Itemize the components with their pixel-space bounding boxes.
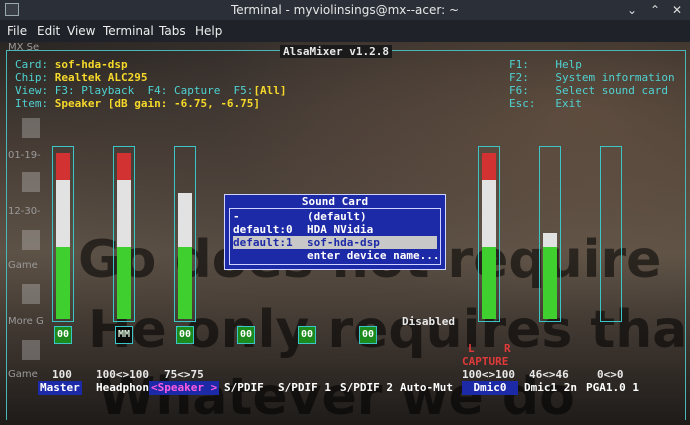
channel-spdif2[interactable]: S/PDIF 2: [338, 381, 395, 395]
item-label: Item:: [15, 97, 49, 110]
menu-tabs[interactable]: Tabs: [159, 24, 186, 38]
dialog-title: Sound Card: [301, 195, 369, 208]
channel-value: 75<>75: [164, 368, 204, 381]
capture-gauge-dmic1[interactable]: [539, 146, 561, 322]
mute-toggle-speaker[interactable]: 00: [176, 326, 194, 344]
item-value: Speaker [dB gain: -6.75, -6.75]: [54, 97, 261, 110]
menu-bar: File Edit View Terminal Tabs Help: [0, 20, 690, 42]
card-value: sof-hda-dsp: [54, 58, 128, 71]
channel-spdif[interactable]: S/PDIF: [222, 381, 266, 395]
menu-view[interactable]: View: [67, 24, 95, 38]
channel-dmic1[interactable]: Dmic1 2n: [522, 381, 579, 395]
help-key: F6:: [509, 84, 529, 97]
channel-spdif1[interactable]: S/PDIF 1: [276, 381, 333, 395]
channel-value: 46<>46: [529, 368, 569, 381]
help-item[interactable]: Exit: [555, 97, 582, 110]
sound-card-option[interactable]: default:0 HDA NVidia: [233, 223, 437, 236]
help-item[interactable]: Help: [555, 58, 582, 71]
channel-value: 100: [52, 368, 72, 381]
mute-toggle-spdif1[interactable]: 00: [298, 326, 316, 344]
capture-label: CAPTURE: [462, 355, 509, 368]
view-active[interactable]: [All]: [253, 84, 286, 97]
minimize-icon[interactable]: ⌄: [624, 2, 640, 18]
view-label: View:: [15, 84, 49, 97]
chip-label: Chip:: [15, 71, 49, 84]
capture-left-indicator: L: [468, 342, 475, 355]
mute-toggle-spdif2[interactable]: 00: [359, 326, 377, 344]
sound-card-option[interactable]: enter device name...: [233, 249, 439, 262]
channel-headphone[interactable]: Headphon: [94, 381, 151, 395]
mute-toggle-headphone[interactable]: MM: [115, 326, 133, 344]
maximize-icon[interactable]: ⌃: [647, 2, 663, 18]
capture-gauge-dmic0[interactable]: [478, 146, 500, 322]
view-options[interactable]: F3: Playback F4: Capture F5:: [55, 84, 254, 97]
sound-card-dialog: Sound Card - (default) default:0 HDA NVidi…: [224, 194, 446, 270]
card-label: Card:: [15, 58, 49, 71]
close-icon[interactable]: ✕: [669, 2, 685, 18]
channel-value: 100<>100: [96, 368, 149, 381]
capture-gauge-pga[interactable]: [600, 146, 622, 322]
help-key: F1:: [509, 58, 529, 71]
menu-terminal[interactable]: Terminal: [103, 24, 154, 38]
help-item[interactable]: System information: [555, 71, 674, 84]
help-item[interactable]: Select sound card: [555, 84, 668, 97]
sound-card-option[interactable]: - (default): [233, 210, 437, 223]
channel-dmic0[interactable]: Dmic0: [462, 381, 518, 395]
mute-toggle-master[interactable]: 00: [54, 326, 72, 344]
channel-pga[interactable]: PGA1.0 1: [584, 381, 641, 395]
auto-mute-value: Disabled: [402, 315, 455, 328]
help-key: F2:: [509, 71, 529, 84]
title-bar: Terminal - myviolinsings@mx--acer: ~ ⌄ ⌃…: [0, 0, 690, 20]
channel-speaker[interactable]: <Speaker >: [149, 381, 220, 395]
menu-help[interactable]: Help: [195, 24, 222, 38]
channel-value: 0<>0: [597, 368, 624, 381]
sound-card-option-selected[interactable]: default:1 sof-hda-dsp: [233, 236, 437, 249]
channel-master[interactable]: Master: [38, 381, 82, 395]
menu-edit[interactable]: Edit: [37, 24, 60, 38]
terminal-area[interactable]: Go does not require He only requires tha…: [0, 42, 690, 425]
window-title: Terminal - myviolinsings@mx--acer: ~: [231, 3, 459, 17]
channel-value: 100<>100: [462, 368, 515, 381]
sound-card-list: - (default) default:0 HDA NVidia default:1…: [229, 208, 441, 265]
volume-gauge-speaker[interactable]: [174, 146, 196, 322]
help-key: Esc:: [509, 97, 536, 110]
volume-gauge-headphone[interactable]: [113, 146, 135, 322]
chip-value: Realtek ALC295: [54, 71, 148, 84]
volume-gauge-master[interactable]: [52, 146, 74, 322]
capture-right-indicator: R: [504, 342, 511, 355]
menu-file[interactable]: File: [7, 24, 27, 38]
mute-toggle-spdif[interactable]: 00: [237, 326, 255, 344]
channel-auto-mute[interactable]: Auto-Mut: [398, 381, 455, 395]
app-title: AlsaMixer v1.2.8: [280, 45, 392, 58]
